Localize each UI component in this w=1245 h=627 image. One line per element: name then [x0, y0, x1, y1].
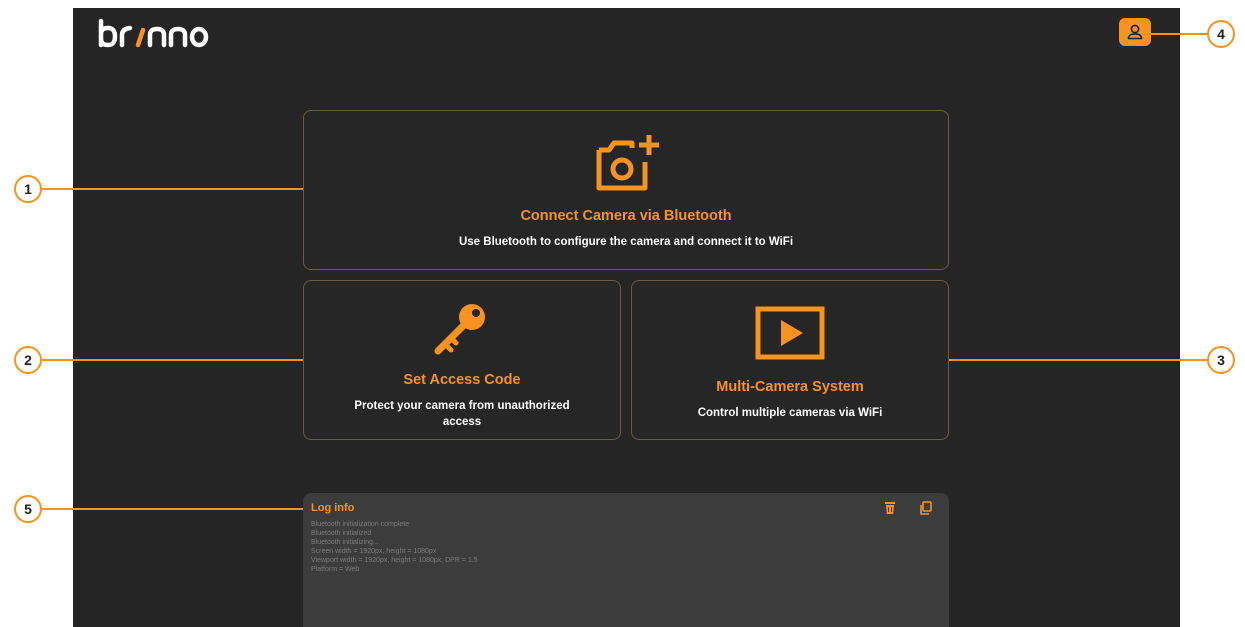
profile-button[interactable] — [1119, 18, 1151, 46]
callout-2: 2 — [14, 346, 42, 374]
user-icon — [1127, 24, 1143, 40]
callout-line — [949, 359, 1211, 361]
play-icon — [755, 306, 825, 360]
connect-bluetooth-card[interactable]: Connect Camera via Bluetooth Use Bluetoo… — [303, 110, 949, 270]
key-icon — [434, 304, 485, 355]
trash-icon — [885, 502, 895, 514]
card-title: Multi-Camera System — [716, 379, 864, 395]
callout-line — [41, 188, 303, 190]
callout-1: 1 — [14, 175, 42, 203]
card-title: Connect Camera via Bluetooth — [520, 208, 732, 224]
log-line: Screen width = 1920px, height = 1080px — [311, 548, 437, 555]
callout-3: 3 — [1207, 346, 1235, 374]
log-title: Log info — [311, 502, 355, 514]
callout-line — [41, 359, 303, 361]
set-access-code-card[interactable]: Set Access Code Protect your camera from… — [303, 280, 621, 440]
log-line: Bluetooth initialized — [311, 530, 372, 537]
card-description: Protect your camera from unauthorized ac… — [354, 400, 570, 428]
callout-4: 4 — [1207, 20, 1235, 48]
camera-add-icon — [596, 135, 659, 191]
log-line: Viewport width = 1920px, height = 1080px… — [311, 557, 478, 564]
callout-line — [41, 508, 303, 510]
log-line: Bluetooth initializing... — [311, 539, 379, 546]
callout-line — [1151, 33, 1211, 35]
log-lines: Bluetooth initialization complete Blueto… — [311, 520, 478, 574]
copy-icon — [920, 501, 932, 515]
clear-log-button[interactable] — [883, 501, 897, 515]
card-title: Set Access Code — [403, 372, 521, 388]
log-line: Platform = Web — [311, 566, 360, 573]
log-panel: Log info Bluetooth initialization comple… — [303, 493, 949, 627]
multi-camera-card[interactable]: Multi-Camera System Control multiple cam… — [631, 280, 949, 440]
card-description: Use Bluetooth to configure the camera an… — [458, 236, 794, 248]
log-line: Bluetooth initialization complete — [311, 521, 410, 528]
card-description: Control multiple cameras via WiFi — [697, 407, 883, 419]
callout-5: 5 — [14, 495, 42, 523]
copy-log-button[interactable] — [919, 501, 933, 515]
